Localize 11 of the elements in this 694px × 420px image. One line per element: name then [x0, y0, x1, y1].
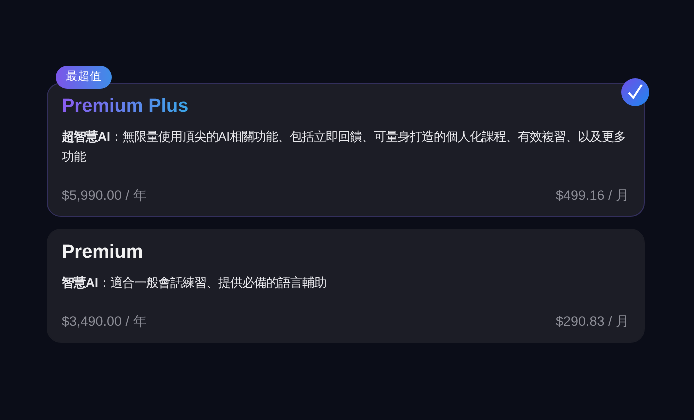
yearly-price: $3,490.00 / 年 — [62, 312, 148, 331]
plan-name: Premium — [62, 242, 144, 265]
monthly-price: $499.16 / 月 — [556, 186, 630, 205]
monthly-price: $290.83 / 月 — [556, 312, 630, 331]
plan-card[interactable]: Premium 智慧AI：適合一般會話練習、提供必備的語言輔助 $3,490.00 / 年 $290.83 / 月 — [47, 228, 645, 344]
plan-description: 超智慧AI：無限量使用頂尖的AI相關功能、包括立即回饋、可量身打造的個人化課程、有效複習、以及更多功能 — [62, 129, 628, 166]
plan-card[interactable]: Premium Plus 超智慧AI：無限量使用頂尖的AI相關功能、包括立即回饋、可量身打造的個人化課程、有效複習、以及更多功能 $5,990.00 / 年 $499.16 / 月 — [47, 83, 645, 217]
plan-description: 智慧AI：適合一般會話練習、提供必備的語言輔助 — [62, 274, 328, 292]
check-icon — [621, 78, 650, 107]
yearly-price: $5,990.00 / 年 — [62, 186, 148, 205]
best-value-badge: 最超值 — [56, 66, 112, 90]
